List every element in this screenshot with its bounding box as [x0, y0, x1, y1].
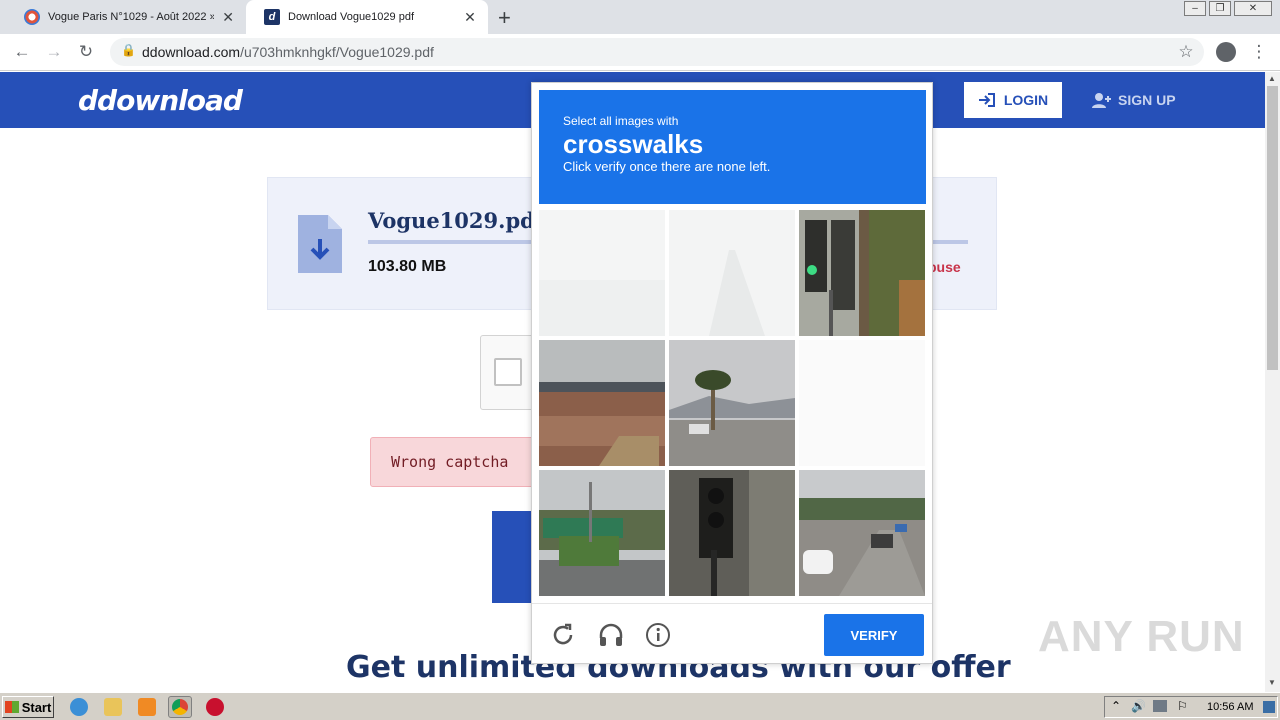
- window-close-icon[interactable]: ✕: [1234, 1, 1272, 16]
- anyrun-watermark: ANY RUN: [1038, 612, 1245, 661]
- error-alert: Wrong captcha: [370, 437, 540, 487]
- url-path: /u703hmknhgkf/Vogue1029.pdf: [240, 44, 434, 60]
- clock: 10:56 AM: [1207, 701, 1254, 713]
- login-label: LOGIN: [1003, 92, 1049, 108]
- signup-label: SIGN UP: [1118, 92, 1176, 108]
- back-arrow-icon[interactable]: ←: [12, 42, 32, 62]
- network-icon[interactable]: [1153, 700, 1167, 712]
- captcha-tile-1[interactable]: [539, 210, 665, 336]
- internet-explorer-icon[interactable]: [70, 698, 88, 716]
- lock-icon: 🔒: [121, 43, 136, 57]
- captcha-tile-9[interactable]: [799, 470, 925, 596]
- restore-icon[interactable]: ❐: [1209, 1, 1231, 16]
- add-user-icon: [1092, 93, 1111, 108]
- prompt-instructions: Click verify once there are none left.: [563, 159, 771, 174]
- media-player-icon[interactable]: [138, 698, 156, 716]
- verify-button[interactable]: VERIFY: [824, 614, 924, 656]
- taskbar: Start ⌃ 🔊 ⚐ 10:56 AM: [0, 692, 1280, 720]
- site-logo[interactable]: ddownload: [78, 84, 243, 117]
- opera-icon[interactable]: [206, 698, 224, 716]
- file-explorer-icon[interactable]: [104, 698, 122, 716]
- flag-icon[interactable]: ⚐: [1177, 699, 1188, 713]
- scrollbar-thumb[interactable]: [1267, 86, 1278, 370]
- bookmark-star-icon[interactable]: ☆: [1176, 42, 1196, 62]
- scroll-up-icon[interactable]: ▲: [1268, 74, 1276, 83]
- file-name: Vogue1029.pdf: [368, 208, 544, 233]
- site-favicon-icon: [24, 9, 40, 25]
- ddownload-favicon-icon: d: [264, 9, 280, 25]
- start-label: Start: [21, 699, 52, 715]
- new-tab-button[interactable]: +: [498, 5, 511, 31]
- challenge-prompt: Select all images with crosswalks Click …: [539, 90, 926, 204]
- browser-tab-strip: Vogue Paris N°1029 - Août 2022 » Tél ✕ d…: [0, 0, 1280, 34]
- close-icon[interactable]: ✕: [462, 9, 478, 26]
- audio-challenge-icon[interactable]: [598, 622, 624, 648]
- file-download-icon: [298, 215, 342, 273]
- menu-kebab-icon[interactable]: ⋮: [1249, 42, 1269, 62]
- scroll-down-icon[interactable]: ▼: [1268, 678, 1276, 687]
- address-bar[interactable]: 🔒 ddownload.com/u703hmknhgkf/Vogue1029.p…: [110, 38, 1204, 66]
- image-grid: [539, 210, 926, 597]
- login-button[interactable]: LOGIN: [964, 82, 1062, 118]
- tab-download-vogue[interactable]: d Download Vogue1029 pdf ✕: [246, 0, 488, 34]
- challenge-footer: VERIFY: [532, 603, 932, 663]
- info-icon[interactable]: [645, 622, 671, 648]
- url-domain: ddownload.com: [142, 44, 241, 60]
- captcha-challenge-dialog: Select all images with crosswalks Click …: [531, 82, 933, 664]
- system-tray: ⌃ 🔊 ⚐ 10:56 AM: [1104, 696, 1278, 718]
- captcha-tile-8[interactable]: [669, 470, 795, 596]
- page-scrollbar[interactable]: ▲ ▼: [1265, 72, 1280, 692]
- profile-avatar-icon[interactable]: [1216, 42, 1236, 62]
- close-icon[interactable]: ✕: [220, 9, 236, 26]
- prompt-target: crosswalks: [563, 129, 704, 159]
- chrome-taskbar-button[interactable]: [168, 696, 192, 718]
- tab-title: Vogue Paris N°1029 - Août 2022 » Tél: [48, 11, 214, 23]
- captcha-tile-4[interactable]: [539, 340, 665, 466]
- captcha-tile-7[interactable]: [539, 470, 665, 596]
- prompt-intro: Select all images with: [563, 114, 679, 128]
- volume-icon[interactable]: 🔊: [1131, 699, 1146, 713]
- minimize-icon[interactable]: –: [1184, 1, 1206, 16]
- captcha-tile-6[interactable]: [799, 340, 925, 466]
- file-size: 103.80 MB: [368, 258, 447, 275]
- browser-toolbar: ← → ↻ 🔒 ddownload.com/u703hmknhgkf/Vogue…: [0, 34, 1280, 71]
- reload-icon[interactable]: ↻: [76, 42, 96, 62]
- captcha-tile-5[interactable]: [669, 340, 795, 466]
- tab-title: Download Vogue1029 pdf: [288, 11, 414, 23]
- forward-arrow-icon[interactable]: →: [44, 42, 64, 62]
- chrome-icon: [172, 699, 188, 715]
- windows-logo-icon: [4, 701, 19, 713]
- show-desktop-icon[interactable]: [1263, 701, 1275, 713]
- start-button[interactable]: Start: [2, 696, 54, 718]
- signup-button[interactable]: SIGN UP: [1092, 82, 1176, 118]
- refresh-icon[interactable]: [550, 622, 576, 648]
- tab-vogue-paris[interactable]: Vogue Paris N°1029 - Août 2022 » Tél ✕: [6, 0, 246, 34]
- captcha-tile-2[interactable]: [669, 210, 795, 336]
- login-icon: [978, 93, 995, 107]
- captcha-tile-3[interactable]: [799, 210, 925, 336]
- tray-expand-icon[interactable]: ⌃: [1111, 699, 1121, 713]
- url-text[interactable]: ddownload.com/u703hmknhgkf/Vogue1029.pdf: [142, 44, 434, 60]
- captcha-checkbox[interactable]: [494, 358, 522, 386]
